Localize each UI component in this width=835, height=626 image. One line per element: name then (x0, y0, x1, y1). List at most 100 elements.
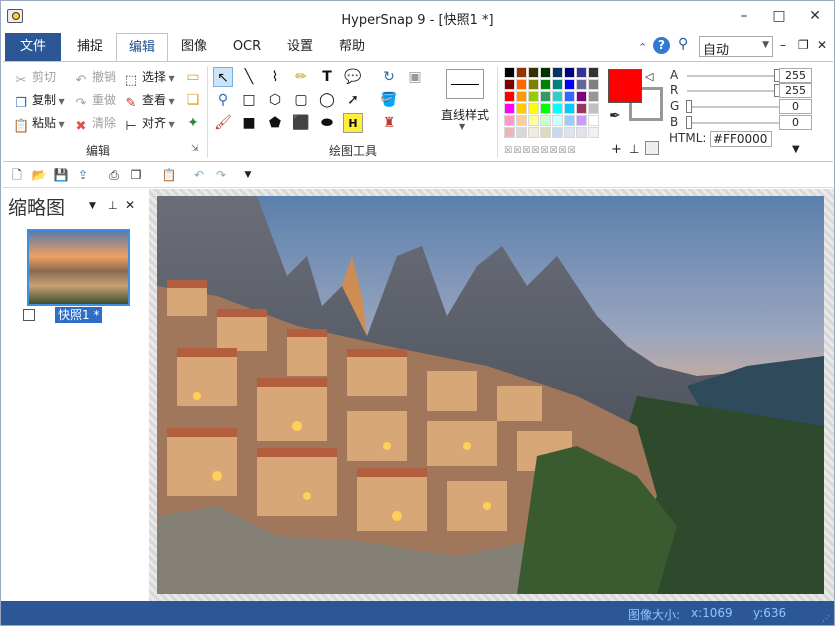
zoom-tool-icon[interactable]: ⚲ (213, 90, 233, 110)
line-tool-icon[interactable]: ╲ (239, 67, 259, 87)
view-button[interactable]: ✎ 查看 ▼ (123, 90, 175, 111)
palette-swatch[interactable] (540, 67, 551, 78)
palette-swatch[interactable] (516, 115, 527, 126)
rounded-rect-tool-icon[interactable]: ▢ (291, 90, 311, 110)
cut-button[interactable]: ✂ 剪切 (13, 67, 56, 88)
arrow-tool-icon[interactable]: ➚ (343, 90, 363, 110)
rotate-tool-icon[interactable]: ↻ (379, 67, 399, 87)
align-button[interactable]: ⊢ 对齐 ▼ (123, 113, 174, 134)
effects-icon[interactable]: ✦ (183, 113, 203, 133)
red-slider[interactable] (687, 90, 779, 92)
tab-capture[interactable]: 捕捉 (67, 33, 113, 62)
palette-swatch[interactable] (564, 91, 575, 102)
thumbnail-checkbox[interactable] (23, 309, 35, 321)
palette-swatch[interactable] (552, 127, 563, 138)
copy-icon[interactable]: ❐ (127, 167, 145, 183)
palette-swatch[interactable] (588, 79, 599, 90)
green-slider-thumb[interactable] (686, 100, 692, 113)
tab-ocr[interactable]: OCR (223, 33, 271, 62)
pin-icon[interactable]: ⊥ (629, 142, 639, 156)
palette-swatch[interactable] (528, 79, 539, 90)
resize-grip-icon[interactable]: ⋰ (822, 614, 832, 624)
close-button[interactable]: ✕ (801, 6, 829, 26)
alpha-value[interactable]: 255 (779, 68, 812, 83)
alpha-slider[interactable] (687, 75, 779, 77)
swap-triangle-icon[interactable]: ◁ (645, 70, 653, 83)
palette-swatch[interactable] (576, 91, 587, 102)
zoom-dropdown[interactable]: 自动 ▼ (699, 36, 773, 58)
palette-swatch[interactable] (540, 127, 551, 138)
zoom-magnifier-icon[interactable]: ⚲ (678, 36, 688, 52)
palette-swatch[interactable] (528, 115, 539, 126)
palette-swatch[interactable] (576, 79, 587, 90)
palette-swatch[interactable] (588, 103, 599, 114)
palette-swatch[interactable] (588, 91, 599, 102)
palette-swatch[interactable] (540, 91, 551, 102)
minimize-button[interactable]: – (730, 6, 758, 26)
thumbnail-label[interactable]: 快照1 * (55, 307, 103, 323)
palette-swatch[interactable] (516, 67, 527, 78)
callout-tool-icon[interactable]: 💬 (343, 67, 363, 87)
green-slider[interactable] (687, 106, 779, 108)
doc-minimize-button[interactable]: – (780, 38, 786, 52)
polygon-tool-icon[interactable]: ⬡ (265, 90, 285, 110)
palette-swatch[interactable] (564, 115, 575, 126)
doc-close-button[interactable]: ✕ (817, 38, 827, 52)
palette-swatch[interactable] (504, 115, 515, 126)
tab-file[interactable]: 文件 (5, 33, 61, 62)
palette-swatch[interactable] (588, 67, 599, 78)
filled-rounded-rect-icon[interactable]: ⬛ (291, 113, 311, 133)
print-icon[interactable]: ⎙ (105, 167, 123, 183)
palette-swatch[interactable] (504, 91, 515, 102)
paste-icon[interactable]: 📋 (160, 167, 178, 183)
foreground-color-swatch[interactable] (608, 69, 642, 103)
palette-swatch[interactable] (540, 103, 551, 114)
palette-swatch[interactable] (564, 103, 575, 114)
palette-swatch[interactable] (528, 91, 539, 102)
palette-swatch[interactable] (588, 115, 599, 126)
palette-swatch[interactable] (564, 67, 575, 78)
chevron-up-icon[interactable]: ⌃ (638, 41, 647, 54)
text-tool-icon[interactable]: T (317, 67, 337, 87)
palette-swatch[interactable] (564, 127, 575, 138)
redo-icon[interactable]: ↷ (212, 167, 230, 183)
filled-rect-tool-icon[interactable]: ■ (239, 113, 259, 133)
line-style-button[interactable]: 直线样式 (435, 106, 495, 123)
palette-swatch[interactable] (516, 91, 527, 102)
add-color-icon[interactable]: + (611, 142, 622, 157)
palette-swatch[interactable] (588, 127, 599, 138)
fill-bucket-icon[interactable]: 🪣 (379, 90, 399, 110)
copy-button[interactable]: ❐ 复制 ▼ (13, 90, 65, 111)
snapshot-thumbnail[interactable] (27, 229, 130, 306)
palette-swatch[interactable] (516, 79, 527, 90)
palette-swatch[interactable] (528, 127, 539, 138)
customize-qat-icon[interactable]: ▼ (239, 167, 257, 183)
custom-colors-row[interactable]: ☒☒☒☒☒☒☒☒ (504, 146, 577, 156)
palette-swatch[interactable] (552, 91, 563, 102)
palette-swatch[interactable] (516, 127, 527, 138)
palette-swatch[interactable] (552, 79, 563, 90)
palette-swatch[interactable] (552, 115, 563, 126)
canvas-area[interactable] (149, 189, 834, 601)
clear-button[interactable]: ✖ 清除 (73, 113, 116, 134)
html-color-input[interactable]: #FF0000 (710, 131, 772, 147)
tab-settings[interactable]: 设置 (277, 33, 323, 62)
palette-swatch[interactable] (576, 115, 587, 126)
upload-icon[interactable]: ⇪ (74, 167, 92, 183)
undo-button[interactable]: ↶ 撤销 (73, 67, 116, 88)
ellipse-tool-icon[interactable]: ◯ (317, 90, 337, 110)
open-folder-icon[interactable]: 📂 (30, 167, 48, 183)
select-button[interactable]: ⬚ 选择 ▼ (123, 67, 175, 88)
palette-swatch[interactable] (540, 79, 551, 90)
palette-swatch[interactable] (504, 79, 515, 90)
palette-swatch[interactable] (504, 127, 515, 138)
palette-swatch[interactable] (576, 67, 587, 78)
new-file-icon[interactable]: 🗋 (8, 167, 26, 183)
group-expand-icon[interactable]: ⇲ (191, 144, 199, 154)
undo-icon[interactable]: ↶ (190, 167, 208, 183)
palette-swatch[interactable] (552, 103, 563, 114)
rectangle-tool-icon[interactable]: □ (239, 90, 259, 110)
palette-swatch[interactable] (564, 79, 575, 90)
redo-button[interactable]: ↷ 重做 (73, 90, 116, 111)
brush-tool-icon[interactable]: 🖌 (213, 113, 233, 133)
